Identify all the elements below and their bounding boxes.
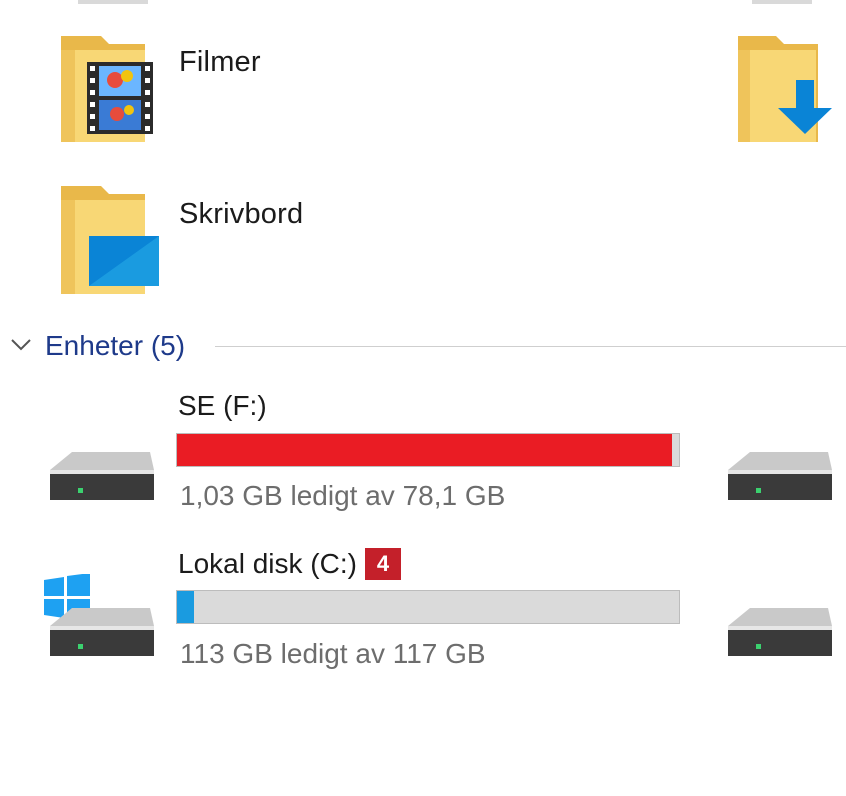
drive-name-se: SE (F:) <box>178 390 267 421</box>
videos-folder-icon <box>61 36 153 142</box>
cropped-icon-top-right <box>752 0 812 4</box>
cropped-icon-top-left <box>78 0 148 4</box>
drive-usage-bar-local-disk <box>176 590 680 624</box>
folder-item-downloads[interactable] <box>736 28 846 148</box>
drive-free-space-se: 1,03 GB ledigt av 78,1 GB <box>180 480 506 511</box>
hard-drive-icon[interactable] <box>720 448 835 508</box>
desktop-folder-icon <box>61 186 159 294</box>
chevron-down-icon[interactable] <box>8 331 34 357</box>
drive-name-text: Lokal disk (C:) <box>178 548 357 579</box>
drive-name-local-disk: Lokal disk (C:) 4 <box>178 547 401 582</box>
downloads-folder-icon <box>738 36 832 142</box>
drive-usage-fill-se <box>177 434 673 466</box>
windows-drive-icon <box>44 574 154 656</box>
section-divider <box>215 346 846 347</box>
folder-label-filmer: Filmer <box>179 46 261 78</box>
callout-badge: 4 <box>364 547 401 580</box>
folder-item-skrivbord[interactable]: Skrivbord <box>55 180 375 300</box>
drive-usage-bar-se <box>176 433 680 467</box>
folder-item-filmer[interactable]: Filmer <box>55 28 375 148</box>
hard-drive-icon <box>50 452 154 500</box>
drive-free-space-local-disk: 113 GB ledigt av 117 GB <box>180 638 486 669</box>
drive-usage-fill-local-disk <box>177 591 195 623</box>
section-title-devices[interactable]: Enheter (5) <box>45 330 185 362</box>
hard-drive-icon[interactable] <box>720 604 835 664</box>
folder-label-skrivbord: Skrivbord <box>179 198 304 230</box>
